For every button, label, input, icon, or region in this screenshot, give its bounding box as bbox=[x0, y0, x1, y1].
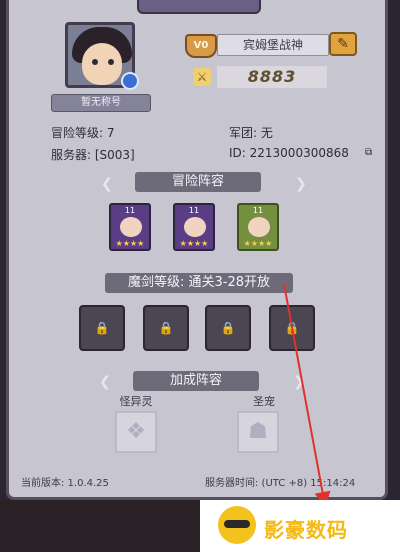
annotation-arrow bbox=[283, 283, 331, 508]
brand-text: 影豪数码 bbox=[264, 518, 348, 542]
brand-logo-icon bbox=[218, 506, 256, 544]
scenery-strip bbox=[0, 500, 200, 552]
watermark-banner: 影豪数码 bbox=[200, 500, 400, 552]
